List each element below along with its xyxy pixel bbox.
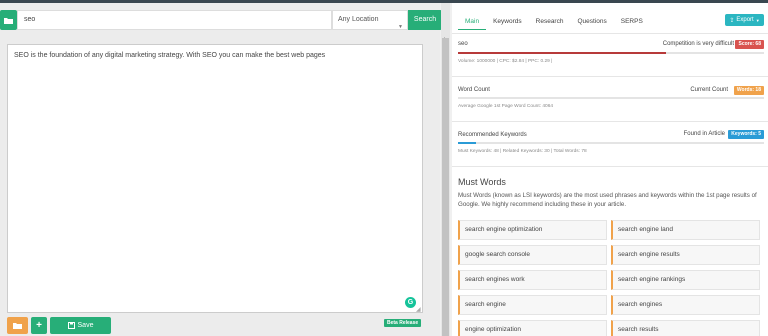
plus-icon: + (36, 320, 42, 331)
divider (452, 76, 768, 77)
must-word-item[interactable]: search engine results (611, 245, 760, 265)
open-folder-button[interactable] (7, 317, 28, 334)
export-label: Export (736, 17, 754, 23)
keywords-badge: Keywords: 5 (728, 130, 764, 139)
must-word-item[interactable]: search engine optimization (458, 220, 607, 240)
recommended-keywords-label: Recommended Keywords (458, 132, 527, 138)
competition-bar-fill (458, 52, 667, 54)
editor-panel: seo Any Location ▼ Search SEO is the fou… (0, 3, 442, 336)
tab-bar: Main Keywords Research Questions SERPS (458, 16, 650, 30)
keywords-bar (458, 142, 764, 144)
export-button[interactable]: ⇪ Export ▼ (725, 14, 764, 26)
must-word-item[interactable]: search engine land (611, 220, 760, 240)
keywords-bar-fill (458, 142, 476, 144)
search-input[interactable]: seo (17, 10, 332, 30)
tab-serps[interactable]: SERPS (614, 16, 650, 30)
grammarly-icon[interactable]: G (405, 297, 416, 308)
folder-icon (4, 17, 13, 24)
must-word-item[interactable]: google search console (458, 245, 607, 265)
location-value: Any Location (338, 16, 379, 23)
word-count-details: Average Google 1st Page Word Count: 4064 (458, 104, 554, 109)
score-badge: Score: 68 (735, 40, 764, 49)
search-button[interactable]: Search (408, 10, 442, 30)
must-word-item[interactable]: search engines work (458, 270, 607, 290)
folder-icon (13, 323, 22, 329)
keyword-name: seo (458, 41, 468, 47)
must-word-item[interactable]: search engine (458, 295, 607, 315)
analysis-panel: Main Keywords Research Questions SERPS ⇪… (452, 3, 768, 336)
words-badge: Words: 18 (733, 86, 764, 95)
add-button[interactable]: + (31, 317, 47, 334)
folder-button[interactable] (0, 10, 17, 30)
word-count-label: Word Count (458, 87, 490, 93)
must-word-item[interactable]: search engine rankings (611, 270, 760, 290)
competition-label: Competition is very difficult (662, 41, 734, 47)
scrollbar-thumb[interactable] (442, 38, 449, 336)
must-word-item[interactable]: search engines (611, 295, 760, 315)
keyword-details: Volume: 1000000 | CPC: $2.84 | PPC: 0.29… (458, 59, 553, 64)
location-select[interactable]: Any Location ▼ (332, 10, 408, 30)
caret-down-icon: ▼ (755, 17, 760, 23)
caret-down-icon: ▼ (398, 24, 403, 30)
tab-main[interactable]: Main (458, 16, 487, 30)
divider (452, 166, 768, 167)
save-button[interactable]: Save (50, 317, 111, 334)
save-label: Save (77, 322, 94, 329)
recommended-details: Must Keywords: 48 | Related Keywords: 30… (458, 149, 587, 154)
must-word-item[interactable]: engine optimization (458, 320, 607, 336)
tab-research[interactable]: Research (529, 16, 571, 30)
beta-release-badge: Beta Release (384, 319, 422, 327)
current-count-label: Current Count (690, 87, 728, 93)
divider (452, 33, 768, 34)
export-icon: ⇪ (729, 17, 735, 24)
must-words-description: Must Words (known as LSI keywords) are t… (458, 192, 757, 208)
must-word-item[interactable]: search results (611, 320, 760, 336)
tab-questions[interactable]: Questions (570, 16, 613, 30)
word-count-bar (458, 97, 764, 99)
tab-keywords[interactable]: Keywords (486, 16, 529, 30)
divider (452, 121, 768, 122)
competition-bar (458, 52, 764, 54)
must-words-title: Must Words (458, 177, 506, 187)
resize-handle-icon[interactable]: ◢ (416, 306, 421, 313)
save-icon (67, 322, 75, 329)
article-editor[interactable]: SEO is the foundation of any digital mar… (7, 44, 423, 313)
found-in-article-label: Found in Article (683, 131, 725, 137)
